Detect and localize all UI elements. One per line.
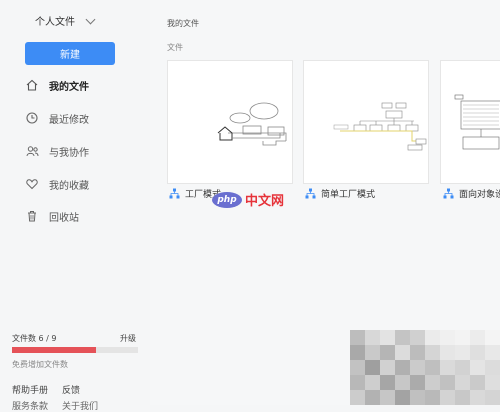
pixelated-region — [350, 330, 500, 405]
sidebar-item-label: 与我协作 — [49, 147, 89, 159]
org-chart-icon — [443, 188, 454, 199]
file-name-text: 面向对象设计 — [459, 190, 500, 200]
workspace-select[interactable]: 个人文件 — [35, 13, 96, 28]
help-manual-link[interactable]: 帮助手册 — [12, 383, 48, 396]
home-icon — [25, 78, 39, 92]
file-name-text: 简单工厂模式 — [321, 190, 376, 200]
heart-icon — [25, 177, 39, 191]
watermark: php 中文网 — [212, 190, 284, 209]
new-button[interactable]: 新建 — [25, 42, 115, 65]
file-card-thumbnail[interactable] — [167, 60, 293, 184]
diagram-thumbnail — [333, 102, 427, 151]
file-card-thumbnail[interactable] — [303, 60, 429, 184]
people-icon — [25, 144, 39, 158]
sidebar-item-my-files[interactable]: 我的文件 — [25, 77, 89, 93]
diagram-thumbnail — [454, 94, 500, 150]
clock-icon — [25, 111, 39, 125]
footer-link-2[interactable]: 关于我们 — [62, 399, 98, 412]
file-name[interactable]: 简单工厂模式 — [305, 187, 375, 200]
footer-link-1[interactable]: 服务条款 — [12, 399, 48, 412]
org-chart-icon — [305, 188, 316, 199]
sidebar-item-shared[interactable]: 与我协作 — [25, 143, 89, 159]
sidebar: 个人文件 新建 我的文件 最近修改 与我协作 我的收藏 回收站 文件数 6 / … — [0, 0, 150, 412]
file-quota-label: 文件数 6 / 9 — [12, 334, 57, 343]
file-card-thumbnail[interactable] — [440, 60, 500, 184]
chevron-down-icon — [85, 14, 96, 24]
file-name[interactable]: 面向对象设计 — [443, 187, 500, 200]
sidebar-item-label: 回收站 — [49, 212, 79, 224]
sidebar-item-favorites[interactable]: 我的收藏 — [25, 176, 89, 192]
page-title: 我的文件 — [167, 19, 199, 28]
sidebar-item-label: 最近修改 — [49, 114, 89, 126]
watermark-text: 中文网 — [245, 194, 285, 209]
file-quota-bar — [12, 347, 138, 353]
sidebar-item-recent[interactable]: 最近修改 — [25, 110, 89, 126]
sidebar-item-trash[interactable]: 回收站 — [25, 208, 79, 224]
diagram-thumbnail — [217, 102, 287, 146]
workspace-label: 个人文件 — [35, 17, 75, 28]
org-chart-icon — [169, 188, 180, 199]
file-quota-fill — [12, 347, 96, 353]
section-label-files: 文件 — [167, 43, 183, 52]
sidebar-item-label: 我的收藏 — [49, 180, 89, 192]
sidebar-item-label: 我的文件 — [49, 81, 89, 93]
increase-quota-link[interactable]: 免费增加文件数 — [12, 359, 68, 370]
watermark-logo: php — [212, 191, 242, 208]
upgrade-link[interactable]: 升级 — [120, 333, 136, 344]
trash-icon — [25, 209, 39, 223]
feedback-link[interactable]: 反馈 — [62, 383, 80, 396]
